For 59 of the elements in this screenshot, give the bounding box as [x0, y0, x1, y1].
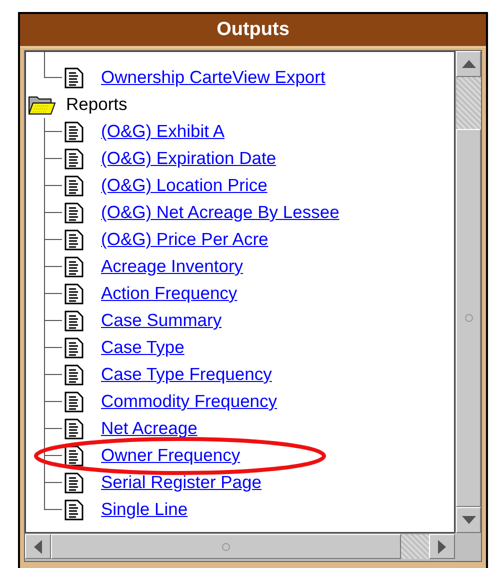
- scroll-thumb[interactable]: [456, 129, 481, 507]
- tree-line: [44, 388, 63, 415]
- report-link[interactable]: Case Type: [101, 337, 188, 358]
- tree-line: [44, 361, 63, 388]
- document-icon: [64, 444, 84, 466]
- report-link[interactable]: Case Type Frequency: [101, 364, 276, 385]
- report-link[interactable]: Single Line: [101, 499, 192, 520]
- report-link[interactable]: (O&G) Expiration Date: [101, 148, 280, 169]
- tree-line: [44, 280, 63, 307]
- report-link[interactable]: (O&G) Exhibit A: [101, 121, 229, 142]
- tree-line: [44, 118, 63, 145]
- tree-line: [44, 172, 63, 199]
- right-arrow-icon: [438, 540, 446, 554]
- horizontal-scrollbar[interactable]: [25, 533, 455, 559]
- document-icon: [64, 390, 84, 412]
- tree-line: [44, 253, 63, 280]
- document-icon: [64, 472, 84, 494]
- report-link[interactable]: (O&G) Price Per Acre: [101, 229, 272, 250]
- report-link[interactable]: (O&G) Net Acreage By Lessee: [101, 202, 344, 223]
- document-icon: [64, 256, 84, 278]
- up-arrow-icon: [462, 60, 476, 68]
- report-link[interactable]: (O&G) Location Price: [101, 175, 272, 196]
- tree-line: [44, 226, 63, 253]
- document-icon: [64, 364, 84, 386]
- document-icon: [64, 282, 84, 304]
- left-arrow-icon: [34, 540, 42, 554]
- scroll-down-button[interactable]: [456, 507, 481, 533]
- scroll-left-button[interactable]: [25, 534, 51, 559]
- document-icon: [64, 228, 84, 250]
- tree-line: [44, 415, 63, 442]
- document-icon: [64, 202, 84, 224]
- document-icon: [64, 498, 84, 520]
- tree-line: [44, 199, 63, 226]
- tree-line: [44, 334, 63, 361]
- document-icon: [64, 66, 84, 88]
- tree-line: [44, 442, 63, 469]
- document-icon: [64, 310, 84, 332]
- report-link[interactable]: Acreage Inventory: [101, 256, 248, 277]
- report-link[interactable]: Commodity Frequency: [101, 391, 282, 412]
- document-icon: [64, 148, 84, 170]
- document-icon: [64, 336, 84, 358]
- report-link[interactable]: Action Frequency: [101, 283, 242, 304]
- report-link[interactable]: Net Acreage: [101, 418, 202, 439]
- scroll-up-button[interactable]: [456, 51, 481, 77]
- report-link[interactable]: Ownership CarteView Export: [101, 67, 330, 88]
- scroll-thumb[interactable]: [51, 534, 401, 559]
- down-arrow-icon: [462, 516, 476, 524]
- report-link[interactable]: Case Summary: [101, 310, 226, 331]
- tree-line: [44, 307, 63, 334]
- folder-label[interactable]: Reports: [66, 94, 128, 115]
- document-icon: [64, 120, 84, 142]
- document-icon: [64, 418, 84, 440]
- document-icon: [64, 174, 84, 196]
- folder-icon: [28, 94, 56, 116]
- report-link[interactable]: Serial Register Page: [101, 472, 266, 493]
- scroll-right-button[interactable]: [429, 534, 455, 559]
- window-title: Outputs: [20, 14, 486, 48]
- tree-line: [44, 145, 63, 172]
- vertical-scrollbar[interactable]: [455, 51, 481, 533]
